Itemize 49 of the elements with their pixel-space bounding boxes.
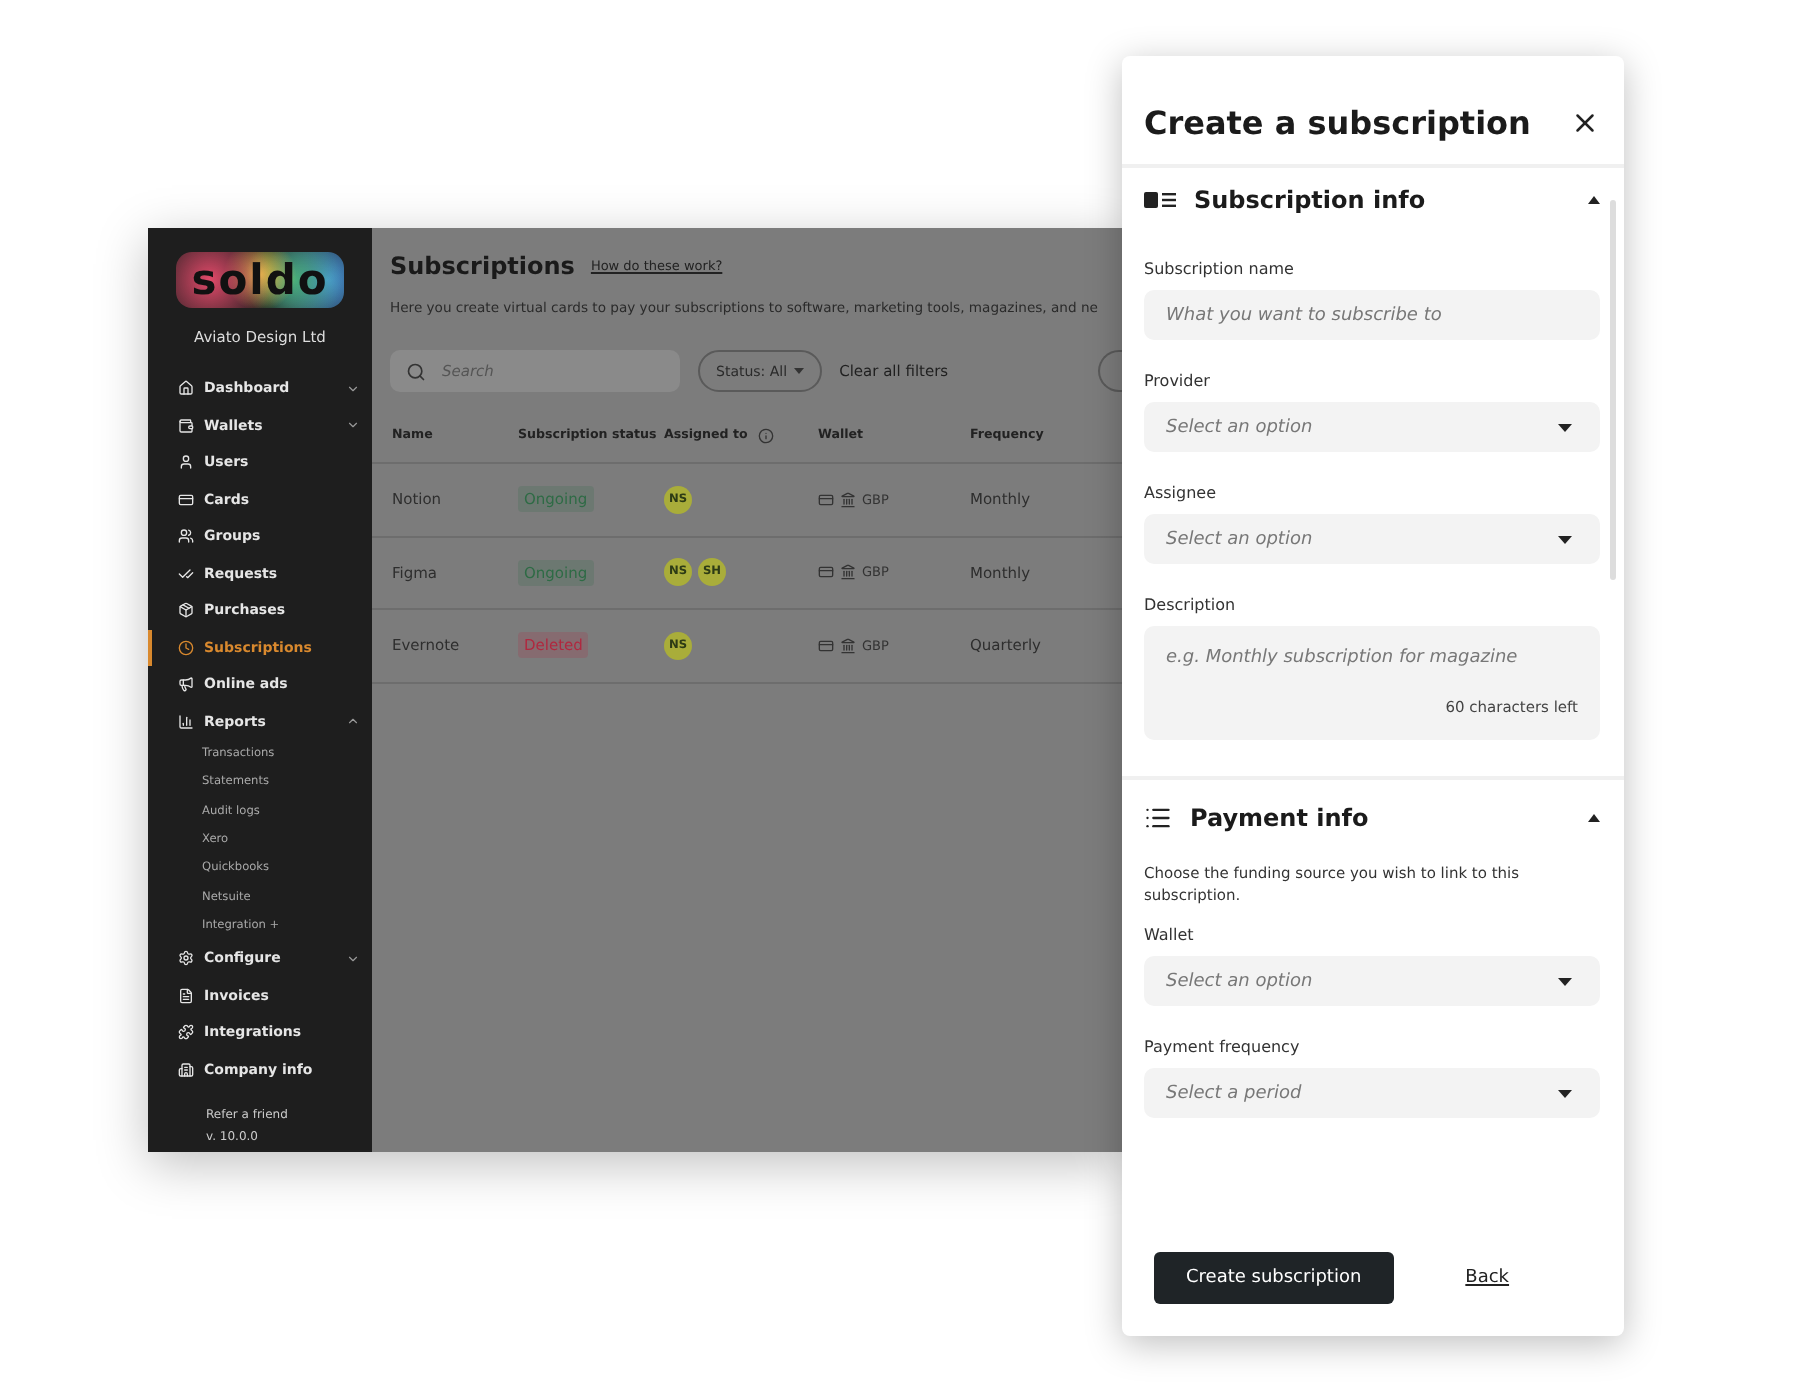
bank-icon (840, 491, 856, 508)
settings-icon (178, 950, 194, 967)
list-icon (1144, 804, 1172, 832)
field-label: Wallet (1144, 926, 1196, 944)
bank-icon (840, 564, 856, 581)
user-icon (178, 454, 194, 471)
section-title: Payment info (1190, 804, 1371, 832)
field-label: Provider (1144, 372, 1212, 390)
clock-icon (178, 639, 194, 656)
document-icon (178, 987, 194, 1004)
panel-title: Create a subscription (1144, 103, 1531, 141)
page-title: Subscriptions (390, 252, 575, 280)
input-field[interactable]: What you want to subscribe to (1144, 290, 1600, 340)
card-list-icon (1144, 190, 1176, 210)
caret-down-icon (1558, 977, 1572, 985)
wallet-icon (178, 417, 194, 434)
field-label: Subscription name (1144, 260, 1296, 278)
select-field[interactable]: Select an option (1144, 514, 1600, 564)
back-link[interactable]: Back (1453, 1266, 1522, 1290)
search-icon (406, 361, 426, 381)
building-icon (178, 1061, 194, 1078)
box-icon (178, 602, 194, 619)
scrollbar[interactable] (1610, 200, 1616, 580)
check-icon (178, 565, 194, 582)
bar-chart-icon (178, 713, 194, 730)
card-icon (818, 491, 834, 508)
caret-down-icon (1558, 1089, 1572, 1097)
home-icon (178, 380, 194, 397)
field-label: Description (1144, 596, 1238, 614)
section-title: Subscription info (1194, 186, 1428, 214)
bank-icon (840, 637, 856, 654)
field-label: Payment frequency (1144, 1038, 1302, 1056)
field-label: Assignee (1144, 484, 1219, 502)
caret-down-icon (1558, 535, 1572, 543)
info-icon (757, 427, 774, 443)
megaphone-icon (178, 676, 194, 693)
create-subscription-button[interactable]: Create subscription (1154, 1252, 1394, 1304)
select-field[interactable]: Select an option (1144, 956, 1600, 1006)
collapse-button[interactable] (1588, 196, 1600, 204)
card-icon (818, 564, 834, 581)
caret-down-icon (793, 368, 804, 374)
card-icon (178, 491, 194, 508)
puzzle-icon (178, 1024, 194, 1041)
select-field[interactable]: Select a period (1144, 1068, 1600, 1118)
caret-down-icon (1558, 423, 1572, 431)
select-field[interactable]: Select an option (1144, 402, 1600, 452)
card-icon (818, 637, 834, 654)
collapse-button[interactable] (1588, 814, 1600, 822)
group-icon (178, 528, 194, 545)
